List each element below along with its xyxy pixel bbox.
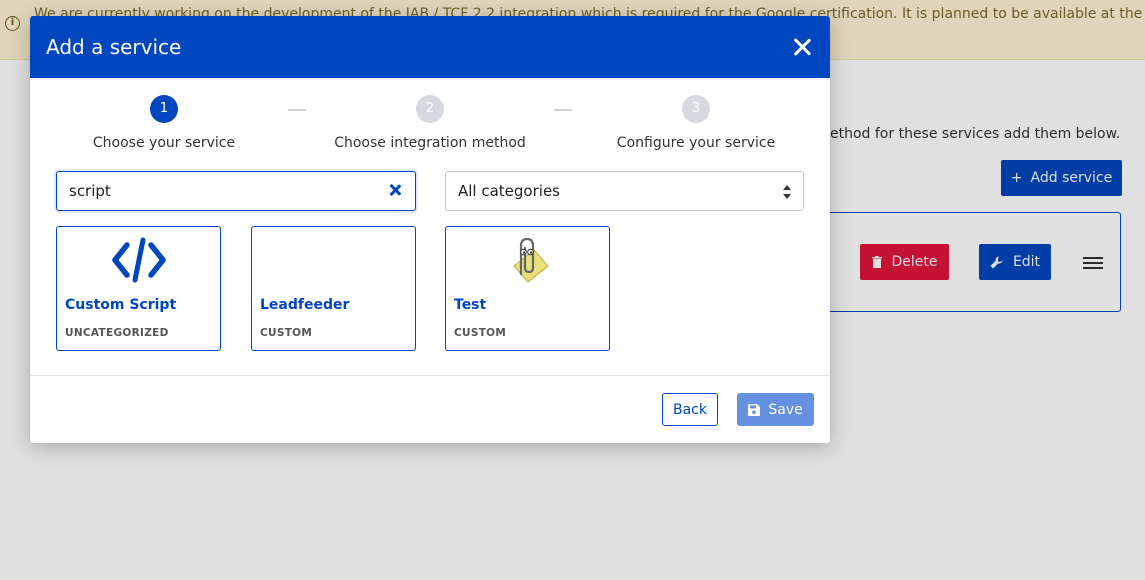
- floppy-disk-icon: [748, 403, 761, 416]
- service-category: CUSTOM: [260, 327, 313, 339]
- service-name: Leadfeeder: [260, 297, 350, 313]
- step-number: 3: [682, 95, 710, 123]
- stepper: 1 Choose your service 2 Choose integrati…: [30, 95, 830, 155]
- save-button[interactable]: Save: [737, 393, 814, 426]
- code-icon: [57, 235, 220, 285]
- clear-search-icon[interactable]: [389, 184, 401, 196]
- modal-title: Add a service: [46, 35, 182, 59]
- save-label: Save: [768, 401, 803, 418]
- modal-header: Add a service: [30, 16, 830, 78]
- step-number: 2: [416, 95, 444, 123]
- service-card-leadfeeder[interactable]: Leadfeeder CUSTOM: [251, 226, 416, 351]
- add-service-modal: Add a service 1 Choose your service 2 Ch…: [30, 16, 830, 443]
- step-label: Choose integration method: [334, 135, 526, 151]
- step-integration-method: 2 Choose integration method: [320, 95, 540, 151]
- service-card-test[interactable]: Test CUSTOM: [445, 226, 610, 351]
- step-label: Choose your service: [92, 135, 236, 151]
- service-category: CUSTOM: [454, 327, 507, 339]
- step-number: 1: [150, 95, 178, 123]
- step-configure-service: 3 Configure your service: [586, 95, 806, 151]
- service-name: Custom Script: [65, 297, 177, 313]
- step-choose-service: 1 Choose your service: [54, 95, 274, 151]
- category-select[interactable]: All categories: [445, 171, 804, 211]
- paperclip-icon: [446, 235, 609, 285]
- back-button[interactable]: Back: [662, 393, 718, 426]
- category-select-value: All categories: [458, 182, 560, 200]
- close-icon[interactable]: [790, 35, 814, 59]
- service-name: Test: [454, 297, 487, 313]
- search-field: [56, 171, 416, 211]
- step-separator: [554, 109, 572, 111]
- step-label: Configure your service: [616, 135, 776, 151]
- service-category: UNCATEGORIZED: [65, 327, 169, 339]
- select-arrows-icon: [783, 185, 791, 199]
- service-card-custom-script[interactable]: Custom Script UNCATEGORIZED: [56, 226, 221, 351]
- modal-footer: Back Save: [30, 375, 830, 443]
- step-separator: [288, 109, 306, 111]
- search-input[interactable]: [57, 172, 377, 209]
